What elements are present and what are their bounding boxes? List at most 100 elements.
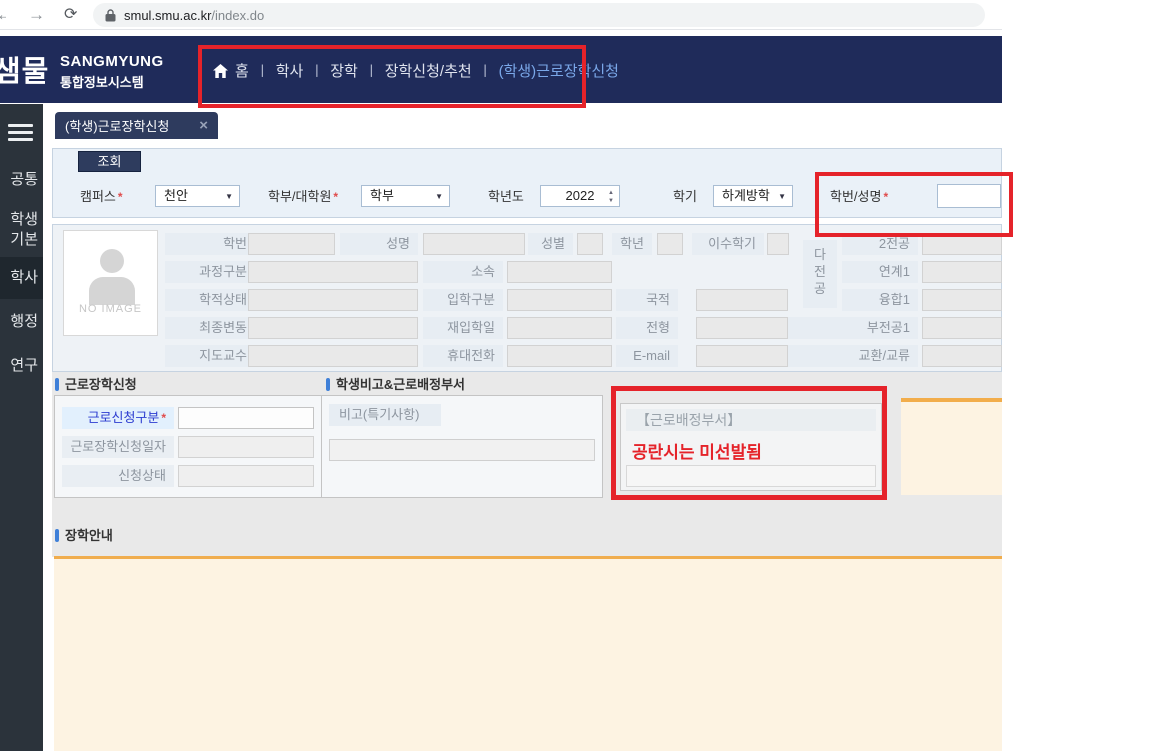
sidebar-item-student-basic[interactable]: 학생 기본 (0, 210, 38, 250)
label-dajeongong: 다전공 (812, 246, 828, 297)
input-gwajeong (248, 261, 418, 283)
forward-icon[interactable]: → (28, 0, 45, 30)
label-apply-type: 근로신청구분* (62, 407, 174, 429)
required-marker: * (333, 190, 338, 204)
term-select[interactable]: 하계방학 ▼ (713, 185, 793, 207)
label-gyohwan: 교환/교류 (788, 345, 918, 367)
work-section-title: 근로장학신청 (65, 377, 137, 392)
label-seongmyeong: 성명 (340, 233, 418, 255)
input-iphak (507, 289, 612, 311)
input-sosok (507, 261, 612, 283)
url-bar[interactable]: smul.smu.ac.kr/index.do (93, 3, 985, 27)
chevron-down-icon: ▼ (435, 193, 443, 201)
tab-title: (학생)근로장학신청 (65, 116, 199, 135)
required-marker: * (118, 190, 123, 204)
label-hyudae: 휴대전화 (423, 345, 503, 367)
label-apply-date: 근로장학신청일자 (62, 436, 174, 458)
input-jaeiphak (507, 317, 612, 339)
required-marker: * (161, 411, 166, 425)
input-jeonhyeong (696, 317, 788, 339)
sidebar-item-haksa[interactable]: 학사 (0, 268, 38, 288)
label-jidogyosu: 지도교수 (165, 345, 255, 367)
label-jaeiphak: 재입학일 (423, 317, 503, 339)
browser-toolbar: ← → ⟳ smul.smu.ac.kr/index.do (0, 0, 1002, 30)
lock-icon (105, 9, 116, 22)
section-bar (55, 529, 59, 542)
input-isuhakgi (767, 233, 789, 255)
term-value: 하계방학 (722, 188, 770, 203)
label-choejong: 최종변동 (165, 317, 255, 339)
chevron-down-icon: ▼ (225, 193, 233, 201)
year-value: 2022 (566, 188, 595, 203)
label-sosok: 소속 (423, 261, 503, 283)
url-path: /index.do (211, 8, 264, 23)
section-bar (55, 378, 59, 391)
term-label: 학기 (673, 186, 697, 208)
input-apply-status (178, 465, 314, 487)
sidebar: 공통 학생 기본 학사 행정 연구 (0, 104, 43, 751)
label-hakbeon: 학번 (165, 233, 255, 255)
year-spinner[interactable]: 2022 ▲ ▼ (540, 185, 620, 207)
logo-name: SANGMYUNG (60, 53, 164, 70)
label-gwajeong: 과정구분 (165, 261, 255, 283)
section-bar (326, 378, 330, 391)
multi-major-cell: 다전공 (803, 240, 837, 308)
sidebar-item-common[interactable]: 공통 (0, 170, 38, 190)
sidebar-item-research[interactable]: 연구 (0, 356, 38, 376)
label-seongbyeol: 성별 (528, 233, 573, 255)
input-choejong (248, 317, 418, 339)
label-gukjeok: 국적 (616, 289, 678, 311)
division-select[interactable]: 학부 ▼ (361, 185, 450, 207)
campus-label: 캠퍼스* (80, 186, 123, 208)
chevron-down-icon: ▼ (778, 193, 786, 201)
year-label: 학년도 (488, 186, 524, 208)
page: ← → ⟳ smul.smu.ac.kr/index.do 샘물 SANGMYU… (0, 0, 1152, 751)
annotation-box-dept (611, 386, 887, 500)
back-icon[interactable]: ← (0, 0, 6, 30)
input-note[interactable] (329, 439, 595, 461)
label-email: E-mail (616, 345, 678, 367)
input-jidogyosu (248, 345, 418, 367)
tab-close-icon[interactable]: × (199, 117, 208, 134)
label-isuhakgi: 이수학기 (692, 233, 764, 255)
input-seongbyeol (577, 233, 603, 255)
input-bujeongong1 (922, 317, 1002, 339)
campus-select[interactable]: 천안 ▼ (155, 185, 240, 207)
division-value: 학부 (370, 188, 394, 203)
label-iphak: 입학구분 (423, 289, 503, 311)
label-hakjeok: 학적상태 (165, 289, 255, 311)
input-hakjeok (248, 289, 418, 311)
reload-icon[interactable]: ⟳ (64, 0, 77, 30)
guide-section-title: 장학안내 (65, 528, 113, 543)
label-bujeongong1: 부전공1 (788, 317, 918, 339)
memo-section-title: 학생비고&근로배정부서 (336, 377, 465, 392)
tab-work-scholarship[interactable]: (학생)근로장학신청 × (55, 112, 218, 139)
query-button[interactable]: 조회 (78, 151, 141, 172)
input-apply-type[interactable] (178, 407, 314, 429)
campus-value: 천안 (164, 188, 188, 203)
input-hyudae (507, 345, 612, 367)
spinner-down-icon[interactable]: ▼ (608, 198, 614, 204)
sidebar-item-admin[interactable]: 행정 (0, 312, 38, 332)
label-note: 비고(특기사항) (329, 404, 441, 426)
input-hakbeon (248, 233, 335, 255)
logo-subtitle: 통합정보시스템 (60, 72, 144, 91)
input-gyohwan (922, 345, 1002, 367)
input-gukjeok (696, 289, 788, 311)
url-host: smul.smu.ac.kr (124, 8, 211, 23)
photo-placeholder: NO IMAGE (63, 230, 158, 336)
no-image-text: NO IMAGE (64, 303, 157, 315)
annotation-box-nav (198, 45, 586, 108)
guide-content-area (54, 559, 1002, 751)
input-yeongye1 (922, 261, 1002, 283)
menu-hamburger-icon[interactable] (8, 124, 33, 145)
spinner-up-icon[interactable]: ▲ (608, 190, 614, 196)
label-apply-status: 신청상태 (62, 465, 174, 487)
label-yunghap1: 융합1 (842, 289, 918, 311)
input-yunghap1 (922, 289, 1002, 311)
label-jeonhyeong: 전형 (616, 317, 678, 339)
input-apply-date (178, 436, 314, 458)
division-label: 학부/대학원* (268, 186, 338, 208)
side-cream-panel (901, 398, 1002, 495)
input-email (696, 345, 788, 367)
